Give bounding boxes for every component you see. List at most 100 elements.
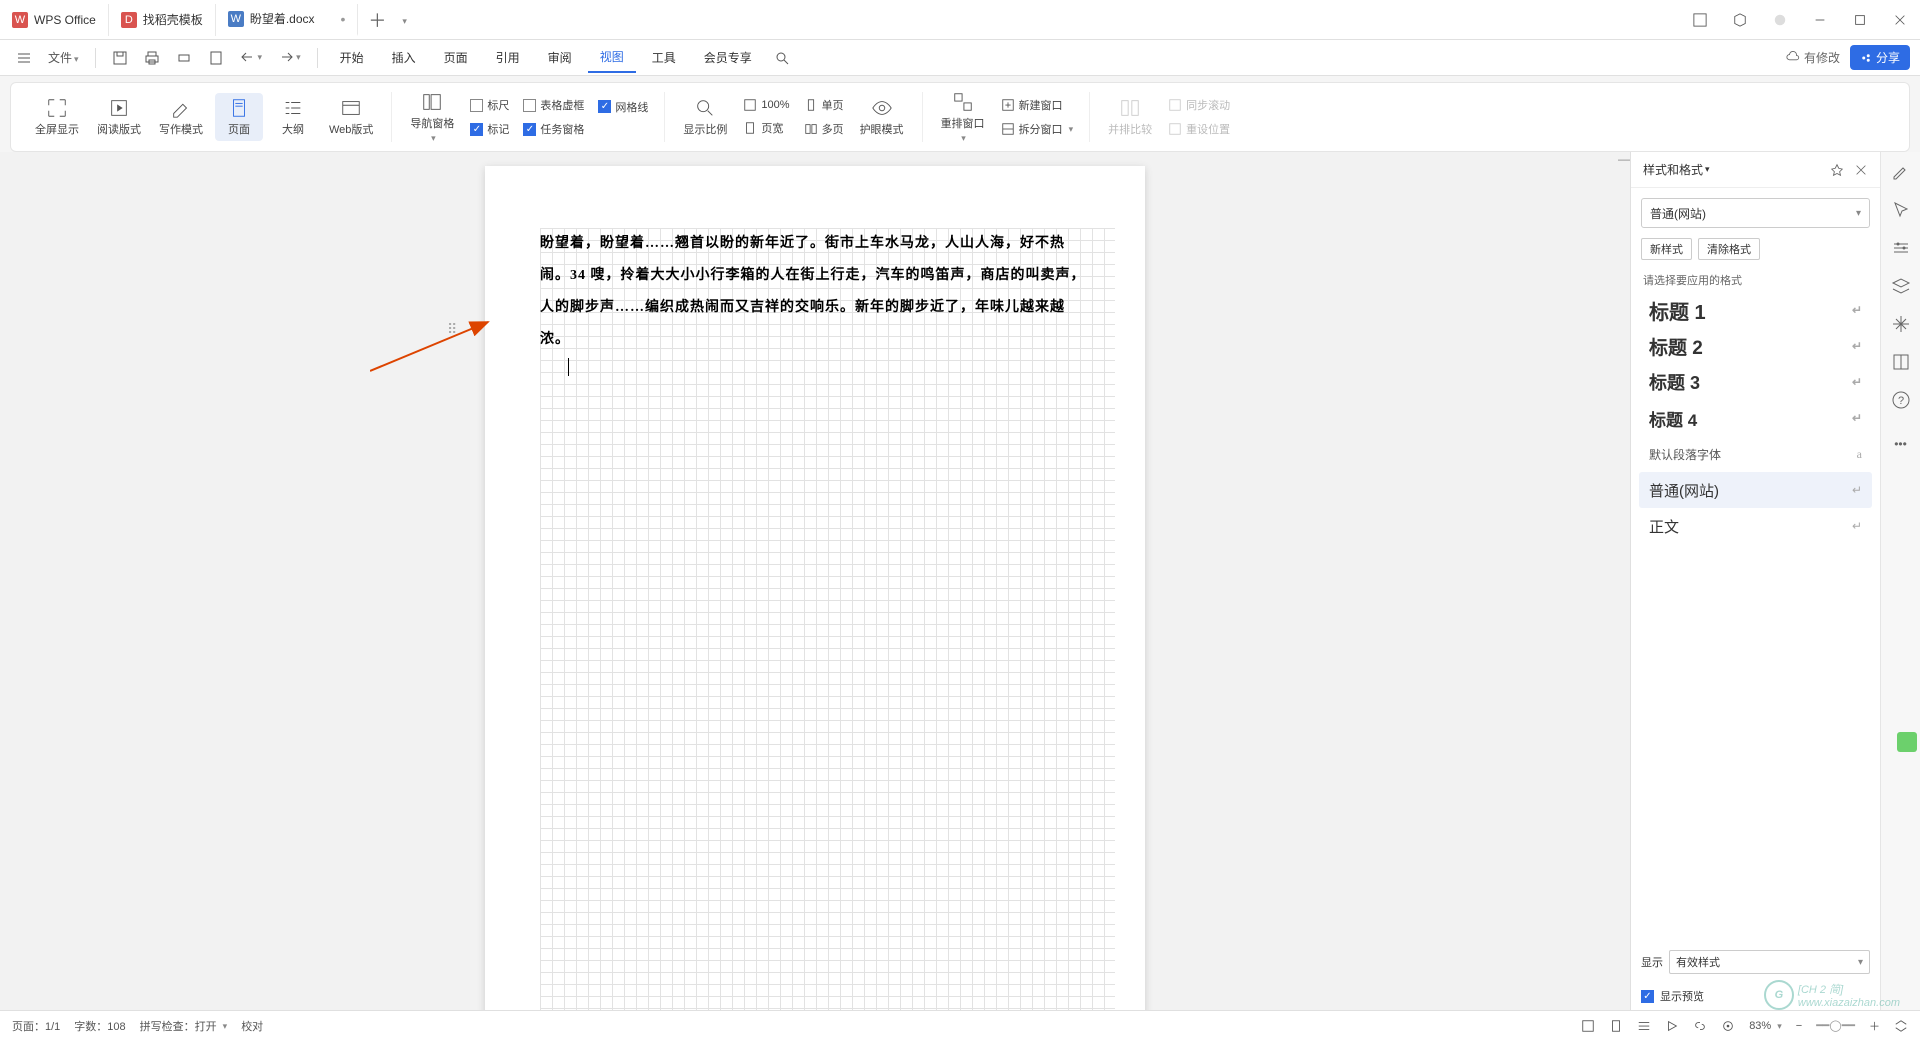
panel-minimize-icon[interactable]: — [1618,152,1630,170]
tab-member[interactable]: 会员专享 [692,43,764,72]
style-item[interactable]: 正文↵ [1639,508,1872,544]
share-button[interactable]: 分享 [1850,45,1910,70]
export-icon[interactable] [202,46,230,70]
show-filter-select[interactable]: 有效样式▾ [1669,950,1870,974]
style-item[interactable]: 标题 2↵ [1639,328,1872,364]
sparkle-icon[interactable] [1891,314,1911,334]
status-bar: 页面：1/1 字数：108 拼写检查：打开 校对 83% − ━━◯━━ ＋ [0,1010,1920,1040]
layers-icon[interactable] [1891,276,1911,296]
tab-review[interactable]: 审阅 [536,43,584,72]
tab-tools[interactable]: 工具 [640,43,688,72]
page-view-button[interactable]: 页面 [215,93,263,141]
titlebar-cube-icon[interactable] [1720,0,1760,40]
paragraph-handle-icon[interactable]: ⠿ [447,321,454,338]
zoom-in-button[interactable]: ＋ [1869,1018,1880,1034]
ruler-checkbox[interactable]: 标尺 [466,95,513,115]
single-page-button[interactable]: 单页 [800,95,848,115]
current-style-select[interactable]: 普通(网站) ▾ [1641,198,1870,228]
page-width-button[interactable]: 页宽 [739,118,793,138]
hamburger-menu-icon[interactable] [10,46,38,70]
web-view-button[interactable]: Web版式 [323,93,379,141]
sb-page-icon[interactable] [1609,1019,1623,1033]
table-frame-checkbox[interactable]: 表格虚框 [519,95,588,115]
tab-list-dropdown[interactable] [400,13,407,27]
styles-panel: 样式和格式▾ 普通(网站) ▾ 新样式 清除格式 请选择要应用的格式 标题 1↵… [1630,152,1880,1010]
split-window-button[interactable]: 拆分窗口 [997,119,1078,139]
cloud-status[interactable]: 有修改 [1786,49,1840,66]
undo-button[interactable] [234,46,269,70]
tab-reference[interactable]: 引用 [484,43,532,72]
style-item[interactable]: 标题 3↵ [1639,364,1872,400]
watermark: G [CH 2 简] www.xiazaizhan.com [1764,980,1900,1010]
style-item[interactable]: 普通(网站)↵ [1639,472,1872,508]
arrange-window-button[interactable]: 重排窗口 [935,87,991,148]
titlebar-avatar-icon[interactable] [1760,0,1800,40]
tab-view[interactable]: 视图 [588,42,636,73]
window-close[interactable] [1880,0,1920,40]
document-canvas[interactable]: 盼望着，盼望着……翘首以盼的新年近了。街市上车水马龙，人山人海，好不热闹。34 … [0,152,1630,1010]
style-item[interactable]: 标题 1↵ [1639,292,1872,328]
tab-document[interactable]: W 盼望着.docx • [216,4,359,36]
word-count[interactable]: 字数：108 [74,1018,125,1034]
style-item[interactable]: 默认段落字体a [1639,436,1872,472]
window-maximize[interactable] [1840,0,1880,40]
sb-layout-icon[interactable] [1581,1019,1595,1033]
proof-status[interactable]: 校对 [241,1018,263,1034]
tab-template[interactable]: D 找稻壳模板 [109,4,216,36]
gridline-checkbox[interactable]: ✓网格线 [594,97,652,117]
zoom-scale-button[interactable]: 显示比例 [677,93,733,141]
tab-close-icon[interactable]: • [341,11,346,27]
side-rail: ? ••• [1880,152,1920,1010]
more-icon[interactable]: ••• [1891,434,1911,454]
print-preview-icon[interactable] [138,46,166,70]
tab-label: WPS Office [34,13,96,27]
zoom-slider-icon[interactable]: ━━◯━━ [1816,1019,1855,1032]
wps-logo-icon: W [12,12,28,28]
new-style-button[interactable]: 新样式 [1641,238,1692,260]
eyecare-button[interactable]: 护眼模式 [854,93,910,141]
nav-pane-button[interactable]: 导航窗格 [404,87,460,148]
page[interactable]: 盼望着，盼望着……翘首以盼的新年近了。街市上车水马龙，人山人海，好不热闹。34 … [485,166,1145,1010]
pencil-icon[interactable] [1891,162,1911,182]
search-icon[interactable] [768,46,796,70]
sb-focus-icon[interactable] [1721,1019,1735,1033]
cursor-icon[interactable] [1891,200,1911,220]
tab-page[interactable]: 页面 [432,43,480,72]
titlebar-app-icon[interactable] [1680,0,1720,40]
mark-checkbox[interactable]: ✓标记 [466,119,513,139]
multi-page-button[interactable]: 多页 [800,119,848,139]
style-item[interactable]: 标题 4↵ [1639,400,1872,436]
window-minimize[interactable] [1800,0,1840,40]
tab-insert[interactable]: 插入 [380,43,428,72]
page-indicator[interactable]: 页面：1/1 [12,1018,60,1034]
help-icon[interactable]: ? [1891,390,1911,410]
pin-icon[interactable] [1830,163,1844,177]
clear-format-button[interactable]: 清除格式 [1698,238,1760,260]
zoom-out-button[interactable]: − [1796,1020,1802,1032]
new-tab-button[interactable]: ＋ [358,7,396,33]
book-icon[interactable] [1891,352,1911,372]
sb-link-icon[interactable] [1693,1019,1707,1033]
fullscreen-button[interactable]: 全屏显示 [29,93,85,141]
print-icon[interactable] [170,46,198,70]
document-paragraph[interactable]: 盼望着，盼望着……翘首以盼的新年近了。街市上车水马龙，人山人海，好不热闹。34 … [540,228,1090,356]
tab-start[interactable]: 开始 [328,43,376,72]
expand-icon[interactable] [1894,1019,1908,1033]
panel-close-icon[interactable] [1854,163,1868,177]
zoom-value[interactable]: 83% [1749,1020,1782,1032]
sb-play-icon[interactable] [1665,1019,1679,1033]
task-pane-checkbox[interactable]: ✓任务窗格 [519,119,588,139]
word-doc-icon: W [228,11,244,27]
tab-wps-home[interactable]: W WPS Office [0,4,109,36]
file-menu[interactable]: 文件 [42,45,85,70]
settings-icon[interactable] [1891,238,1911,258]
save-icon[interactable] [106,46,134,70]
outline-button[interactable]: 大纲 [269,93,317,141]
new-window-button[interactable]: 新建窗口 [997,95,1078,115]
write-mode-button[interactable]: 写作模式 [153,93,209,141]
read-mode-button[interactable]: 阅读版式 [91,93,147,141]
spell-check-status[interactable]: 拼写检查：打开 [140,1018,228,1034]
zoom-100-button[interactable]: 100% [739,96,793,114]
sb-list-icon[interactable] [1637,1019,1651,1033]
redo-button[interactable] [272,46,307,70]
